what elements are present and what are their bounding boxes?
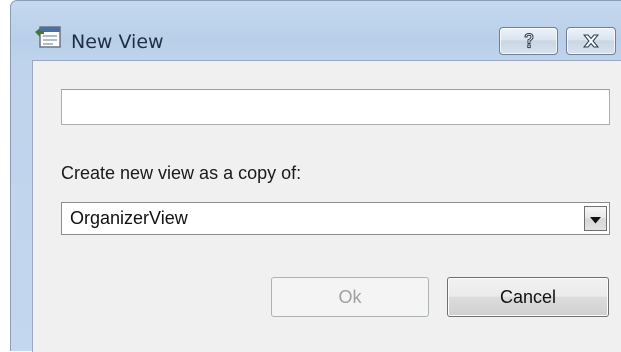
ok-button[interactable]: Ok (271, 277, 429, 317)
dialog-window: New View Create new view as a copy of: O… (10, 0, 621, 352)
dialog-body: Create new view as a copy of: OrganizerV… (32, 60, 621, 352)
help-button[interactable] (499, 27, 558, 55)
close-button[interactable] (566, 27, 616, 55)
copy-from-select[interactable]: OrganizerView (61, 202, 610, 235)
window-title: New View (71, 31, 164, 53)
chevron-down-icon (590, 209, 601, 228)
copy-from-selected-value: OrganizerView (70, 208, 188, 228)
cancel-button[interactable]: Cancel (447, 277, 609, 317)
dropdown-arrow-button[interactable] (584, 206, 607, 231)
close-icon (582, 34, 600, 48)
copy-from-label: Create new view as a copy of: (61, 163, 302, 183)
new-view-app-icon (33, 23, 63, 53)
help-icon (522, 32, 536, 50)
title-bar[interactable]: New View (11, 1, 621, 61)
view-name-input[interactable] (61, 89, 610, 125)
